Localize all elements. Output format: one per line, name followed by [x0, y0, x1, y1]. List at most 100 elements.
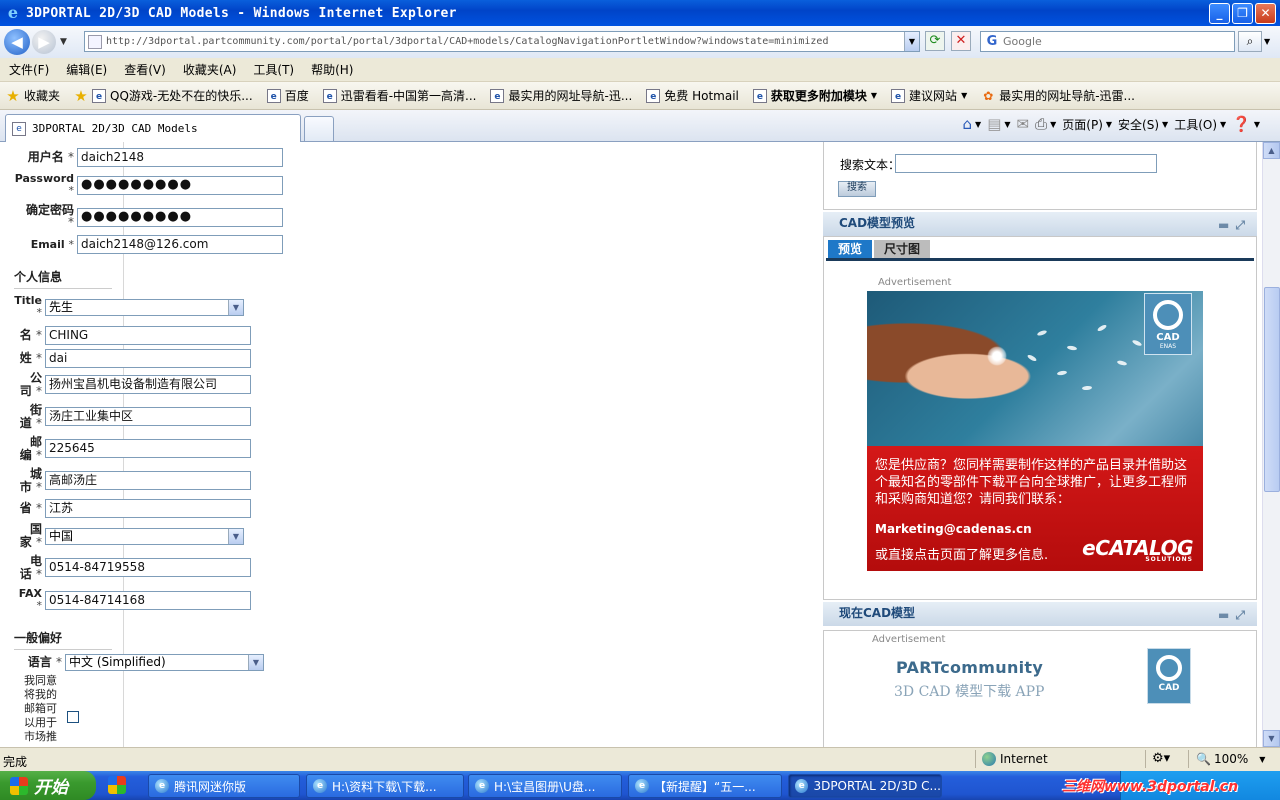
personal-info-heading: 个人信息	[14, 268, 112, 289]
menu-favorites[interactable]: 收藏夹(A)	[183, 61, 237, 78]
safety-menu[interactable]: 安全(S) ▼	[1118, 116, 1168, 133]
username-field[interactable]: daich2148	[77, 148, 283, 167]
scroll-up-icon[interactable]: ▲	[1263, 142, 1280, 159]
phone-field[interactable]: 0514-84719558	[45, 558, 251, 577]
menu-edit[interactable]: 编辑(E)	[66, 61, 107, 78]
home-button[interactable]: ⌂ ▼	[963, 115, 982, 133]
language-select[interactable]: 中文 (Simplified) ▼	[65, 654, 264, 671]
tools-menu[interactable]: 工具(O) ▼	[1174, 116, 1226, 133]
search-dropdown-icon[interactable]: ▼	[1264, 31, 1276, 52]
last-name-field[interactable]: dai	[45, 349, 251, 368]
search-text-field[interactable]	[895, 154, 1157, 173]
dandelion-image	[987, 346, 1007, 366]
fav-item-addons[interactable]: e 获取更多附加模块 ▼	[752, 87, 877, 104]
tab-preview[interactable]: 预览	[828, 240, 873, 258]
menu-tools[interactable]: 工具(T)	[253, 61, 294, 78]
stop-button[interactable]: ✕	[951, 31, 971, 51]
confirm-password-field[interactable]: ●●●●●●●●●	[77, 208, 283, 227]
address-bar: ◀ ▶ ▼ http://3dportal.partcommunity.com/…	[0, 26, 1280, 58]
search-box[interactable]: G	[980, 31, 1235, 52]
partcommunity-subtitle[interactable]: 3D CAD 模型下载 APP	[894, 681, 1044, 701]
portlet-window-icons[interactable]: ▬⤢	[1218, 604, 1251, 626]
chevron-down-icon: ▼	[228, 529, 243, 544]
colorful-icon: ✿	[983, 88, 994, 103]
fav-item-nav[interactable]: e 最实用的网址导航-迅...	[490, 87, 632, 104]
marketing-consent-checkbox[interactable]	[67, 711, 79, 723]
fav-item-suggested[interactable]: e 建议网站 ▼	[891, 87, 967, 104]
mail-button[interactable]: ✉	[1017, 115, 1030, 133]
country-select[interactable]: 中国 ▼	[45, 528, 244, 545]
page-menu[interactable]: 页面(P) ▼	[1062, 116, 1112, 133]
new-tab-button[interactable]	[304, 116, 334, 141]
ad-label: Advertisement	[878, 277, 952, 288]
forward-button[interactable]: ▶	[32, 30, 56, 54]
task-reminder[interactable]: e 【新提醒】“五一...	[628, 774, 782, 798]
fav-item-nav2[interactable]: ✿ 最实用的网址导航-迅雷...	[981, 87, 1135, 104]
scroll-thumb[interactable]	[1264, 287, 1280, 492]
street-field[interactable]: 汤庄工业集中区	[45, 407, 251, 426]
task-baochang[interactable]: e H:\宝昌图册\U盘...	[468, 774, 622, 798]
feeds-button[interactable]: ▤ ▼	[987, 115, 1010, 133]
fax-field[interactable]: 0514-84714168	[45, 591, 251, 610]
partcommunity-title[interactable]: PARTcommunity	[896, 658, 1043, 677]
protected-mode-icon[interactable]: ⚙▾	[1152, 751, 1170, 766]
city-field[interactable]: 高邮汤庄	[45, 471, 251, 490]
favorites-button[interactable]: ★ 收藏夹	[6, 87, 60, 104]
url-dropdown-icon[interactable]: ▼	[904, 32, 919, 51]
company-field[interactable]: 扬州宝昌机电设备制造有限公司	[45, 375, 251, 394]
task-3dportal[interactable]: e 3DPORTAL 2D/3D C...	[788, 774, 942, 798]
cadenas-ad-banner[interactable]: CAD ENAS 您是供应商？您同样需要制作这样的产品目录并借助这个最知名的零部…	[867, 291, 1203, 571]
zip-field[interactable]: 225645	[45, 439, 251, 458]
menu-view[interactable]: 查看(V)	[124, 61, 166, 78]
globe-icon	[982, 752, 996, 766]
task-downloads[interactable]: e H:\资料下载\下载...	[306, 774, 464, 798]
status-text: 完成	[3, 755, 28, 769]
first-name-field[interactable]: CHING	[45, 326, 251, 345]
back-button[interactable]: ◀	[4, 29, 30, 55]
menu-help[interactable]: 帮助(H)	[311, 61, 353, 78]
email-field[interactable]: daich2148@126.com	[77, 235, 283, 254]
menu-file[interactable]: 文件(F)	[9, 61, 49, 78]
search-icon[interactable]: ⌕	[1238, 31, 1262, 52]
windows-logo-icon	[10, 776, 28, 795]
url-text: http://3dportal.partcommunity.com/portal…	[106, 36, 829, 47]
mail-icon: ✉	[1016, 115, 1030, 133]
close-button[interactable]: ✕	[1255, 3, 1276, 24]
search-text-label: 搜索文本：	[840, 158, 901, 172]
refresh-button[interactable]: ⟳	[925, 31, 945, 51]
tab-dimension-drawing[interactable]: 尺寸图	[874, 240, 931, 258]
rss-icon: ▤	[987, 115, 1002, 133]
search-button[interactable]: 搜索	[838, 181, 876, 197]
cad-logo-icon: CAD ENAS	[1144, 293, 1192, 355]
vertical-scrollbar[interactable]: ▲ ▼	[1262, 142, 1280, 747]
scroll-down-icon[interactable]: ▼	[1263, 730, 1280, 747]
cad-logo-icon[interactable]: CAD	[1147, 648, 1191, 704]
fav-item-hotmail[interactable]: e 免费 Hotmail	[646, 87, 739, 104]
phone-label: 电话 *	[19, 554, 42, 581]
history-dropdown-icon[interactable]: ▼	[60, 37, 72, 47]
print-button[interactable]: ⎙ ▼	[1035, 115, 1056, 133]
portlet-window-icons[interactable]: ▬⤢	[1218, 214, 1251, 236]
zoom-control[interactable]: 🔍 100% ▼	[1196, 752, 1265, 766]
password-label: Password *	[14, 172, 74, 197]
browser-icon: e	[795, 779, 809, 793]
url-field[interactable]: http://3dportal.partcommunity.com/portal…	[84, 31, 920, 52]
tab-3dportal[interactable]: e 3DPORTAL 2D/3D CAD Models	[5, 114, 301, 142]
fav-item-qq[interactable]: ★ e QQ游戏-无处不在的快乐...	[74, 87, 252, 104]
minimize-button[interactable]: _	[1209, 3, 1230, 24]
password-field[interactable]: ●●●●●●●●●	[77, 176, 283, 195]
province-field[interactable]: 江苏	[45, 499, 251, 518]
title-label: Title *	[14, 294, 42, 319]
start-button[interactable]: 开始	[0, 771, 96, 800]
title-select[interactable]: 先生 ▼	[45, 299, 244, 316]
city-label: 城市 *	[19, 467, 42, 494]
task-tencent[interactable]: e 腾讯网迷你版	[148, 774, 300, 798]
fav-item-baidu[interactable]: e 百度	[266, 87, 309, 104]
help-button[interactable]: ❓ ▼	[1232, 115, 1260, 133]
maximize-button[interactable]: ❐	[1232, 3, 1253, 24]
fav-item-xunlei[interactable]: e 迅雷看看-中国第一高清...	[322, 87, 476, 104]
quicklaunch-icon[interactable]	[108, 776, 132, 796]
fax-label: FAX *	[18, 587, 42, 612]
search-input[interactable]	[1003, 35, 1223, 48]
security-zone[interactable]: Internet	[982, 752, 1048, 766]
